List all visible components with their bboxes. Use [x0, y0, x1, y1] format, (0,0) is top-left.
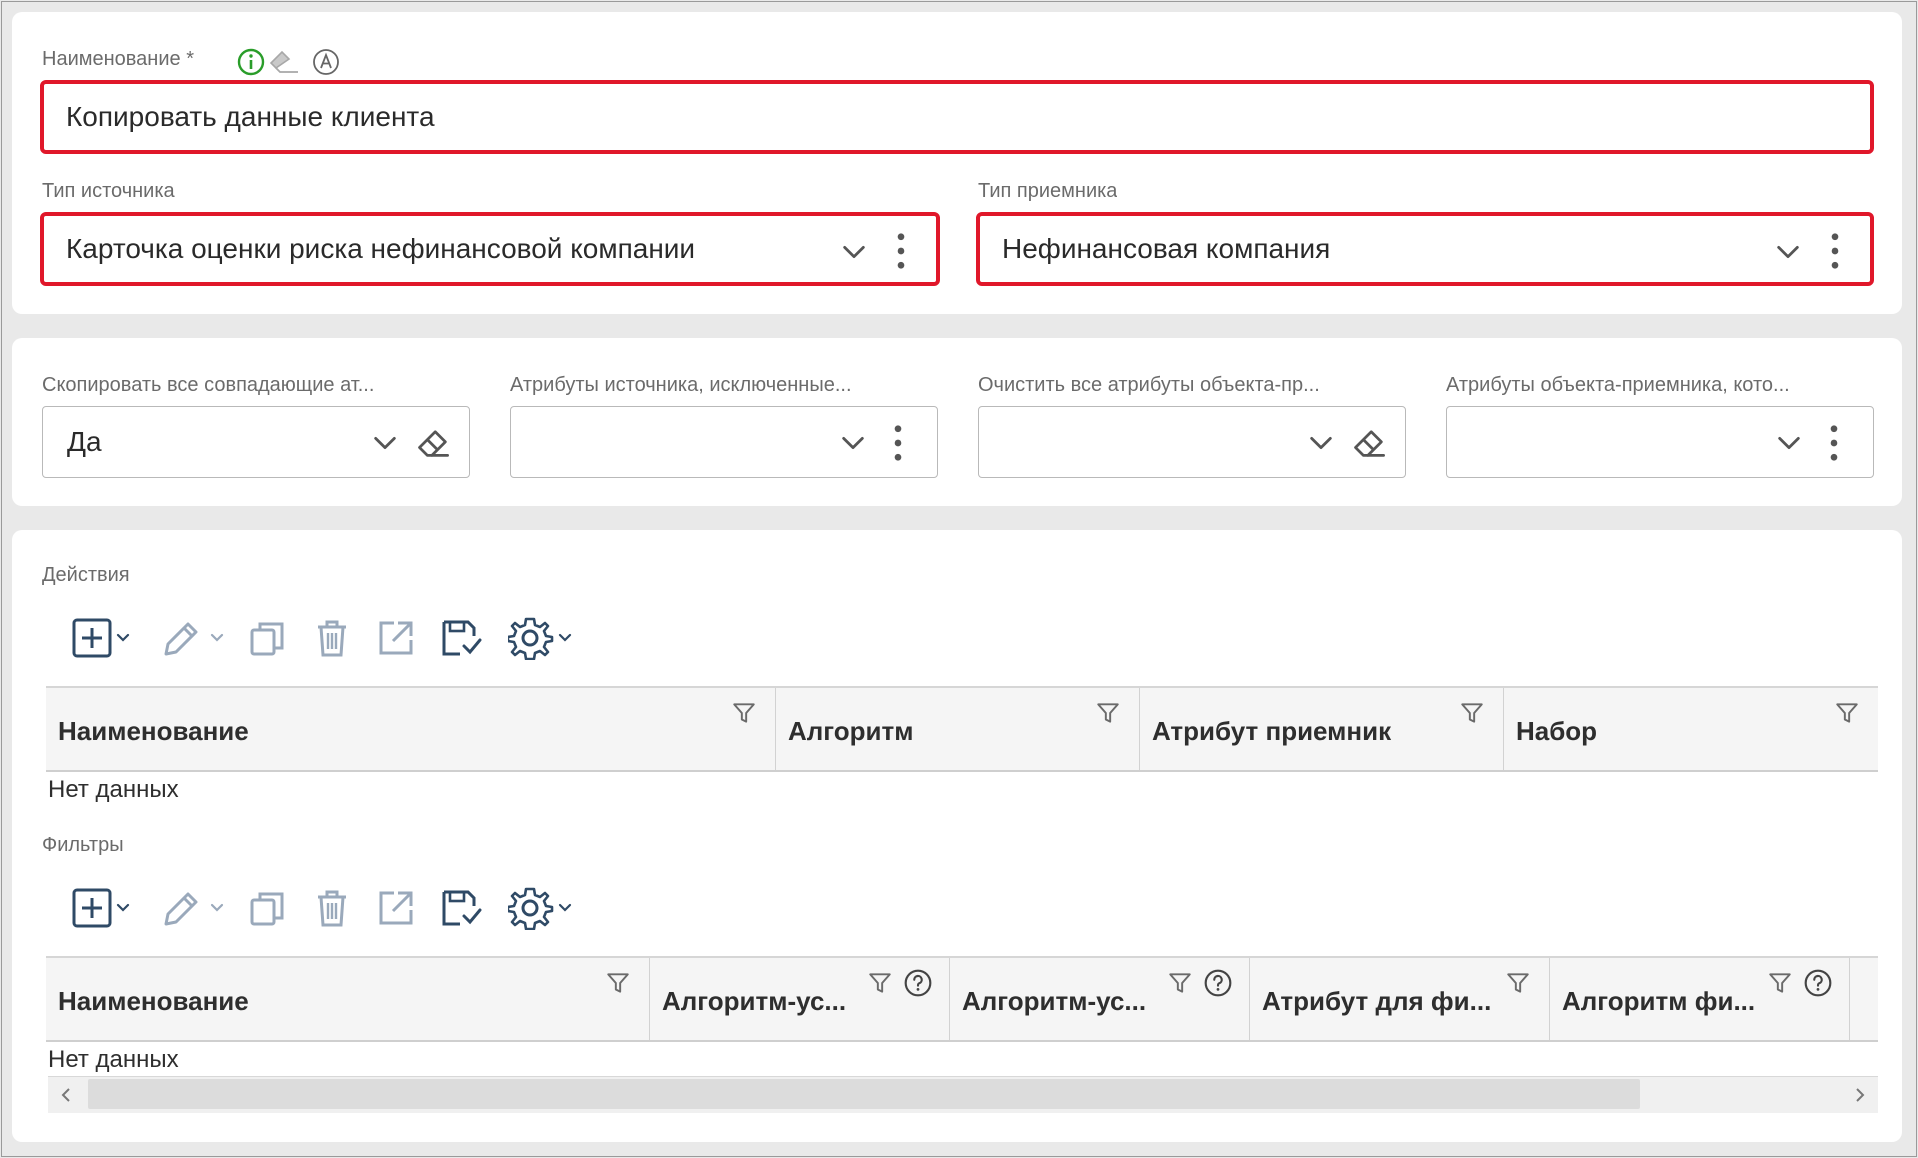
add-button[interactable]: [72, 888, 132, 928]
scroll-left-icon[interactable]: [58, 1086, 76, 1104]
settings-button[interactable]: [508, 616, 574, 660]
copy-all-select[interactable]: Да: [42, 406, 470, 478]
help-icon[interactable]: [1203, 968, 1233, 998]
filter-icon[interactable]: [867, 970, 893, 996]
name-label: Наименование *: [42, 48, 194, 70]
delete-button[interactable]: [312, 618, 352, 658]
target-type-select[interactable]: Нефинансовая компания: [976, 212, 1874, 286]
settings-button[interactable]: [508, 886, 574, 930]
save-button[interactable]: [440, 618, 484, 658]
column-title: Атрибут приемник: [1152, 716, 1392, 746]
filters-title: Фильтры: [42, 834, 124, 856]
chevron-down-icon[interactable]: [840, 238, 868, 266]
filters-empty-text: Нет данных: [48, 1046, 179, 1073]
edit-button[interactable]: [160, 618, 226, 658]
clear-all-select[interactable]: [978, 406, 1406, 478]
column-header[interactable]: Набор: [1504, 688, 1878, 770]
column-header[interactable]: Алгоритм-ус...: [650, 958, 950, 1040]
more-vertical-icon[interactable]: [1829, 424, 1839, 462]
filter-icon[interactable]: [605, 970, 631, 996]
column-title: Наименование: [58, 986, 249, 1016]
filter-icon[interactable]: [1095, 700, 1121, 726]
column-header[interactable]: Атрибут приемник: [1140, 688, 1504, 770]
name-value: Копировать данные клиента: [66, 101, 435, 132]
target-attrs-label: Атрибуты объекта-приемника, кото...: [1446, 374, 1790, 396]
excluded-attrs-label: Атрибуты источника, исключенные...: [510, 374, 852, 396]
add-button[interactable]: [72, 618, 132, 658]
clear-all-label: Очистить все атрибуты объекта-пр...: [978, 374, 1320, 396]
chevron-down-icon[interactable]: [371, 429, 399, 457]
column-title: Наименование: [58, 716, 249, 746]
target-attrs-select[interactable]: [1446, 406, 1874, 478]
copy-all-value: Да: [67, 426, 102, 457]
source-type-label: Тип источника: [42, 180, 175, 202]
actions-title: Действия: [42, 564, 130, 586]
copy-all-label: Скопировать все совпадающие ат...: [42, 374, 375, 396]
column-title: Алгоритм фи...: [1562, 986, 1756, 1016]
chevron-down-icon[interactable]: [1307, 429, 1335, 457]
open-button[interactable]: [376, 888, 416, 928]
help-icon[interactable]: [1803, 968, 1833, 998]
column-title: Алгоритм-ус...: [662, 986, 847, 1016]
edit-button[interactable]: [160, 888, 226, 928]
actions-table-header: Наименование Алгоритм Атрибут приемник Н…: [46, 686, 1878, 772]
copy-button[interactable]: [248, 618, 288, 658]
more-vertical-icon[interactable]: [893, 424, 903, 462]
column-header[interactable]: Алгоритм: [776, 688, 1140, 770]
info-icon[interactable]: [237, 48, 265, 81]
scrollbar-thumb[interactable]: [88, 1079, 1640, 1109]
more-vertical-icon[interactable]: [896, 232, 906, 270]
column-title: Алгоритм-ус...: [962, 986, 1147, 1016]
excluded-attrs-select[interactable]: [510, 406, 938, 478]
eraser-icon[interactable]: [1351, 425, 1387, 461]
name-field[interactable]: Копировать данные клиента: [40, 80, 1874, 154]
scroll-right-icon[interactable]: [1850, 1086, 1868, 1104]
eraser-icon[interactable]: [415, 425, 451, 461]
column-header[interactable]: Алгоритм фи...: [1550, 958, 1850, 1040]
open-button[interactable]: [376, 618, 416, 658]
source-type-select[interactable]: Карточка оценки риска нефинансовой компа…: [40, 212, 940, 286]
column-title: Набор: [1516, 716, 1598, 746]
actions-empty-text: Нет данных: [48, 776, 179, 803]
column-title: Атрибут для фи...: [1262, 986, 1492, 1016]
column-header[interactable]: Алгоритм-ус...: [950, 958, 1250, 1040]
eraser-icon[interactable]: [268, 48, 300, 81]
chevron-down-icon[interactable]: [839, 429, 867, 457]
column-header[interactable]: Наименование: [46, 958, 650, 1040]
filter-icon[interactable]: [1767, 970, 1793, 996]
filter-icon[interactable]: [731, 700, 757, 726]
horizontal-scrollbar[interactable]: [48, 1076, 1878, 1113]
main-card: Наименование * Копировать данные клиента…: [12, 12, 1902, 314]
column-title: Алгоритм: [788, 716, 914, 746]
copy-button[interactable]: [248, 888, 288, 928]
save-button[interactable]: [440, 888, 484, 928]
options-card: Скопировать все совпадающие ат... Да Атр…: [12, 338, 1902, 506]
source-type-value: Карточка оценки риска нефинансовой компа…: [66, 233, 696, 264]
more-vertical-icon[interactable]: [1830, 232, 1840, 270]
help-icon[interactable]: [903, 968, 933, 998]
delete-button[interactable]: [312, 888, 352, 928]
filter-icon[interactable]: [1834, 700, 1860, 726]
chevron-down-icon[interactable]: [1775, 429, 1803, 457]
column-header[interactable]: Наименование: [46, 688, 776, 770]
filter-icon[interactable]: [1505, 970, 1531, 996]
filters-table-header: Наименование Алгоритм-ус... Алгоритм-ус.…: [46, 956, 1878, 1042]
column-header[interactable]: Атрибут для фи...: [1250, 958, 1550, 1040]
target-type-label: Тип приемника: [978, 180, 1118, 202]
target-type-value: Нефинансовая компания: [1002, 233, 1331, 264]
tables-card: Действия Наименование Алгоритм Атрибут п…: [12, 530, 1902, 1142]
chevron-down-icon[interactable]: [1774, 238, 1802, 266]
filter-icon[interactable]: [1167, 970, 1193, 996]
filter-icon[interactable]: [1459, 700, 1485, 726]
auto-icon[interactable]: [312, 48, 340, 81]
